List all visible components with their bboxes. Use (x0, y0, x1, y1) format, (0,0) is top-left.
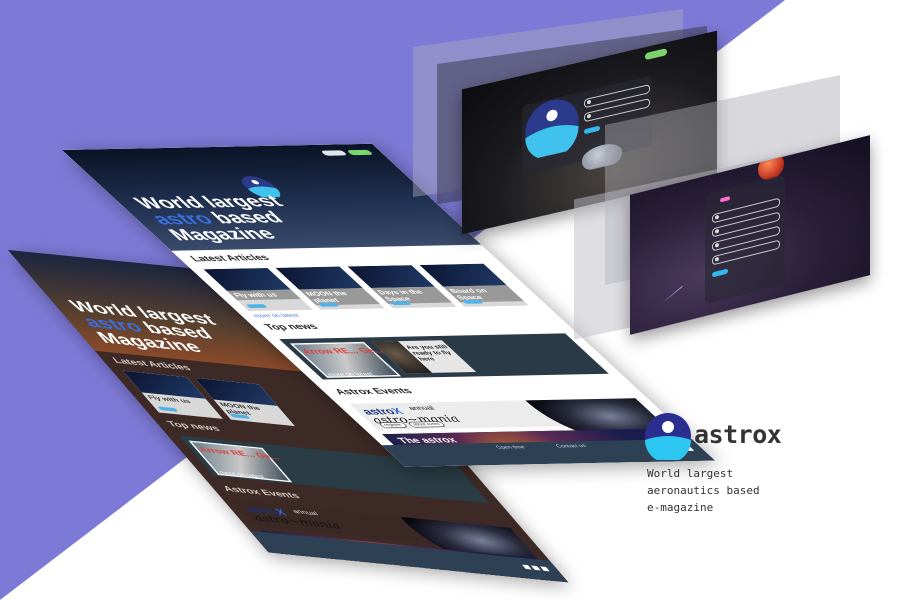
brand-name: astrox (694, 420, 782, 449)
user-icon (715, 214, 719, 220)
astrox-logo-icon (645, 413, 691, 460)
nav-pill-signup[interactable] (346, 149, 374, 156)
events-heading: Astrox Events (332, 386, 416, 397)
article-card[interactable]: MOON the planet (194, 377, 295, 427)
article-card[interactable]: Fly with us (122, 370, 223, 419)
nav-pill-login[interactable] (320, 150, 348, 156)
read-button[interactable] (317, 302, 340, 307)
read-button[interactable] (157, 406, 179, 412)
read-button[interactable] (461, 299, 484, 304)
footer-open-time: Open time (494, 445, 528, 451)
hero-title: World largest astro based Magazine (128, 191, 289, 244)
register-button[interactable]: register (377, 421, 409, 429)
shooting-star (661, 285, 683, 304)
lock-icon (715, 256, 719, 262)
event-annual-label: annual (290, 507, 320, 517)
lock-icon (715, 242, 719, 248)
event-script-title: astro~mania (250, 512, 345, 532)
read-button[interactable] (245, 304, 268, 309)
user-icon (587, 99, 591, 105)
event-annual-label: annual (405, 404, 437, 412)
news-more-link[interactable]: more on latest (326, 372, 376, 378)
news-headline: Arrow RE... Ge... (299, 346, 387, 357)
lock-icon (587, 113, 591, 119)
read-button[interactable] (389, 301, 412, 306)
brand-tagline: World largest aeronautics based e-magazi… (647, 467, 760, 514)
mail-icon (715, 228, 719, 234)
footer-contact[interactable]: Contact us (555, 444, 588, 449)
about-event-button[interactable]: about event (406, 421, 447, 428)
signup-pill[interactable] (645, 48, 667, 61)
